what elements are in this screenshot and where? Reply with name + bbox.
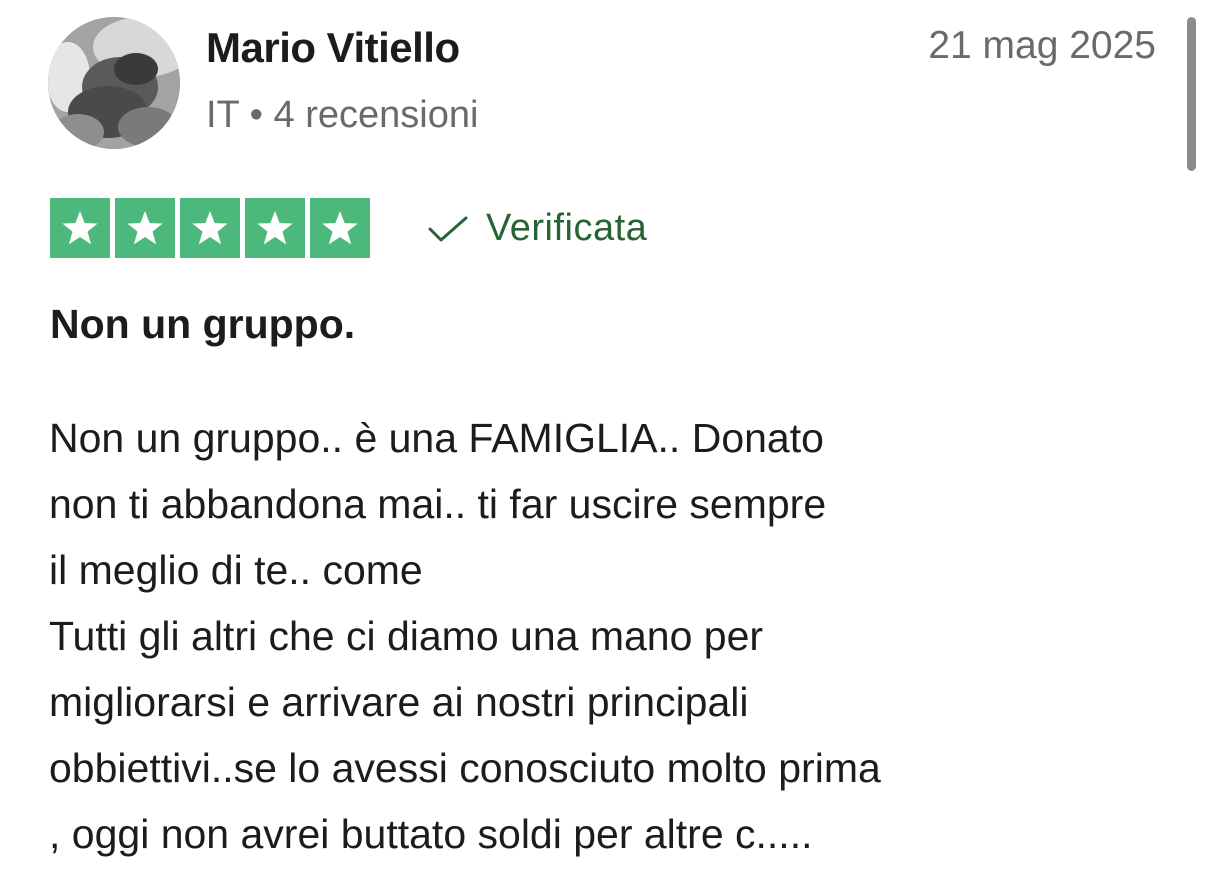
star-icon	[245, 198, 305, 258]
review-body: Non un gruppo.. è una FAMIGLIA.. Donato n…	[49, 405, 1169, 867]
review-body-line: Non un gruppo.. è una FAMIGLIA.. Donato	[49, 415, 824, 461]
scrollbar-thumb[interactable]	[1187, 17, 1196, 171]
star-icon	[115, 198, 175, 258]
review-body-line: migliorarsi e arrivare ai nostri princip…	[49, 679, 749, 725]
star-icon	[310, 198, 370, 258]
review-title: Non un gruppo.	[50, 301, 356, 347]
avatar-photo	[48, 17, 180, 149]
review-body-line: , oggi non avrei buttato soldi per altre…	[49, 811, 813, 857]
reviewer-meta: IT • 4 recensioni	[206, 94, 479, 136]
checkmark-icon	[428, 216, 468, 241]
star-icon	[50, 198, 110, 258]
review-body-line: il meglio di te.. come	[49, 547, 423, 593]
avatar[interactable]	[48, 17, 180, 149]
verified-badge[interactable]: Verificata	[428, 207, 647, 250]
star-icon	[180, 198, 240, 258]
verified-label: Verificata	[486, 207, 648, 249]
review-body-line: non ti abbandona mai.. ti far uscire sem…	[49, 481, 827, 527]
star-rating	[50, 198, 370, 258]
review-body-line: Tutti gli altri che ci diamo una mano pe…	[49, 613, 764, 659]
review-body-line: obbiettivi..se lo avessi conosciuto molt…	[49, 745, 881, 791]
reviewer-name[interactable]: Mario Vitiello	[206, 24, 460, 72]
review-date: 21 mag 2025	[928, 24, 1156, 67]
